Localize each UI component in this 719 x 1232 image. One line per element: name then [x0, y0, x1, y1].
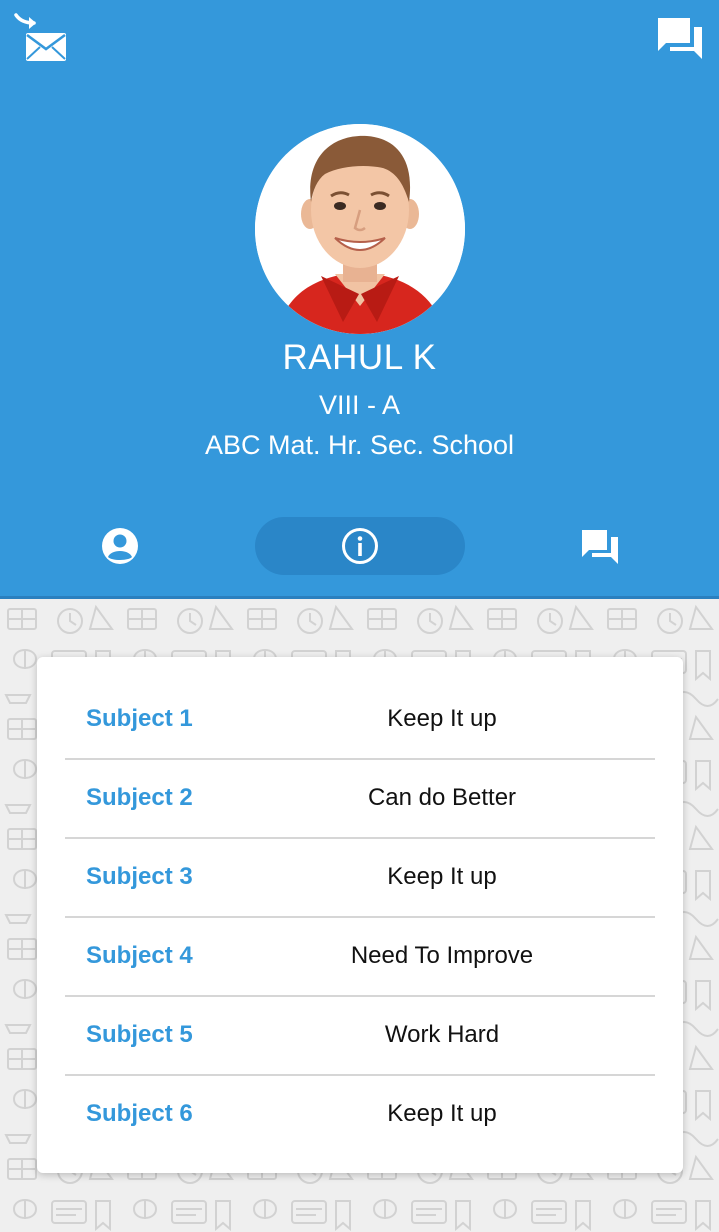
remark-text: Keep It up [387, 704, 497, 732]
subject-label: Subject 4 [86, 941, 193, 969]
remark-row: Subject 4 Need To Improve [65, 916, 655, 997]
remarks-card: Subject 1 Keep It up Subject 2 Can do Be… [37, 657, 683, 1173]
student-school: ABC Mat. Hr. Sec. School [204, 430, 515, 460]
chat-button[interactable] [650, 10, 710, 64]
remark-text: Can do Better [367, 783, 517, 811]
subject-label: Subject 3 [86, 862, 193, 890]
remark-text: Keep It up [387, 1099, 497, 1127]
student-photo [255, 124, 465, 334]
remark-text: Need To Improve [350, 941, 534, 969]
tab-chat[interactable] [550, 517, 650, 575]
subject-label: Subject 1 [86, 704, 193, 732]
remark-text: Keep It up [387, 862, 497, 890]
chat-bubbles-icon [582, 530, 618, 564]
remark-row: Subject 1 Keep It up [65, 679, 655, 760]
student-class: VIII - A [318, 390, 401, 420]
student-name: RAHUL K [282, 338, 437, 377]
mail-forward-button[interactable] [10, 10, 70, 66]
student-remarks-screen: RAHUL K VIII - A ABC Mat. Hr. Sec. Schoo… [0, 0, 719, 1232]
tab-info[interactable] [255, 517, 465, 575]
tab-profile[interactable] [70, 517, 170, 575]
account-circle-icon [102, 528, 138, 564]
mail-forward-icon [14, 13, 66, 61]
remark-text: Work Hard [384, 1020, 500, 1048]
profile-header: RAHUL K VIII - A ABC Mat. Hr. Sec. Schoo… [0, 0, 719, 599]
chat-bubbles-icon [658, 18, 702, 59]
student-avatar [255, 124, 465, 334]
subject-label: Subject 2 [86, 783, 193, 811]
info-icon [342, 528, 378, 564]
remark-row: Subject 6 Keep It up [65, 1074, 655, 1153]
subject-label: Subject 6 [86, 1099, 193, 1127]
subject-label: Subject 5 [86, 1020, 193, 1048]
remark-row: Subject 3 Keep It up [65, 837, 655, 918]
remark-row: Subject 5 Work Hard [65, 995, 655, 1076]
remark-row: Subject 2 Can do Better [65, 758, 655, 839]
